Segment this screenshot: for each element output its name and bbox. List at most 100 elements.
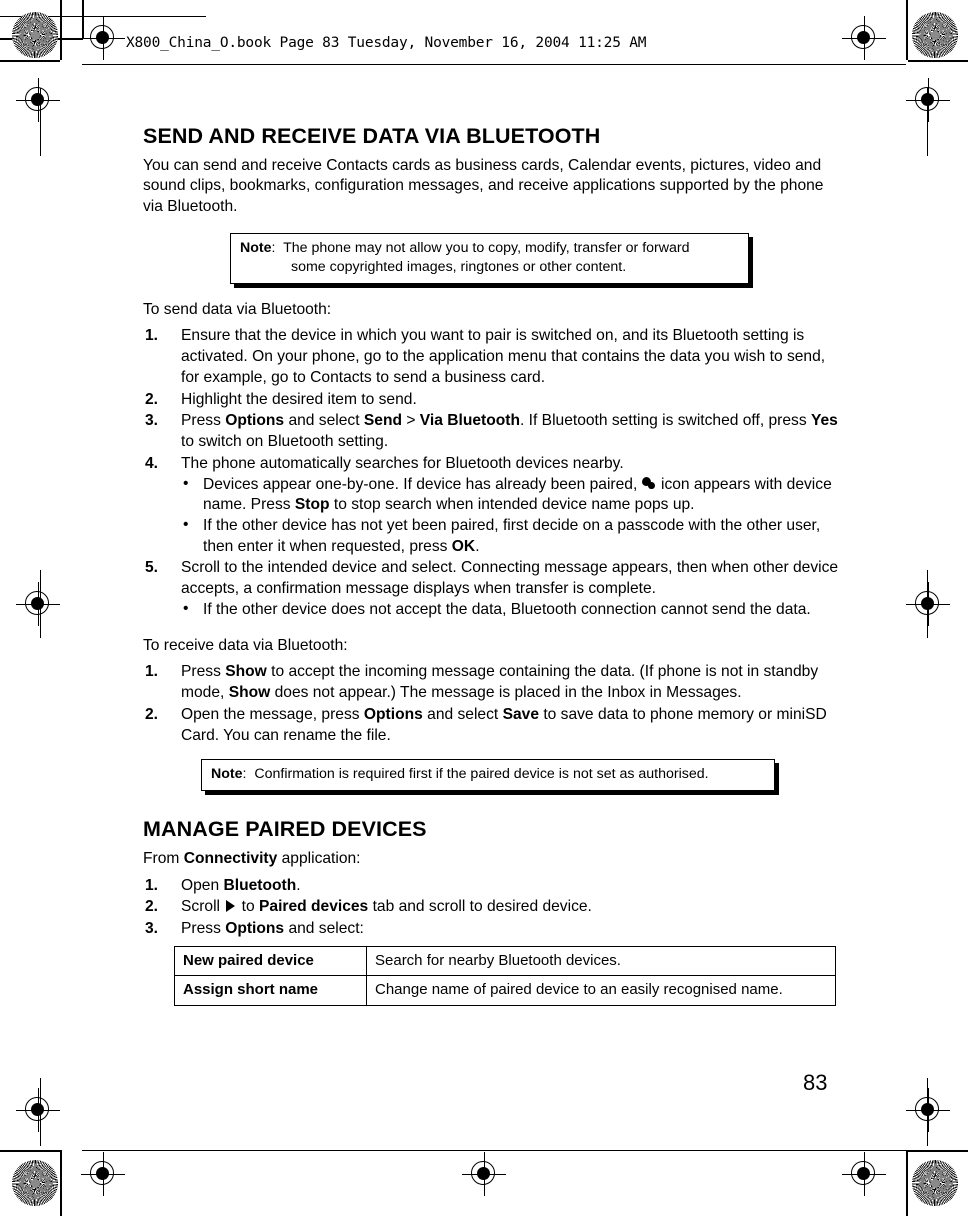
emphasis-text: Via Bluetooth: [419, 412, 520, 430]
emphasis-text: Options: [225, 920, 285, 938]
registration-mark-upper-right: [906, 78, 950, 122]
receive-step-2: 2. Open the message, press Options and s…: [143, 705, 843, 746]
option-name-cell: Assign short name: [174, 975, 367, 1006]
step-text: Press Options and select:: [181, 920, 364, 938]
print-header-info: X800_China_O.book Page 83 Tuesday, Novem…: [126, 35, 647, 51]
crop-line-top-left-h: [0, 60, 60, 62]
send-step-4: 4. The phone automatically searches for …: [143, 454, 843, 558]
note-separator: :: [242, 766, 247, 783]
table-row: Assign short name Change name of paired …: [174, 975, 836, 1006]
send-step-3: 3. Press Options and select Send > Via B…: [143, 411, 843, 452]
registration-mark-upper-left: [16, 78, 60, 122]
step-text: Open Bluetooth.: [181, 876, 301, 894]
option-description-cell: Change name of paired device to an easil…: [366, 975, 836, 1006]
options-table: New paired device Search for nearby Blue…: [174, 945, 836, 1006]
registration-mark-bottom-left: [81, 1152, 125, 1196]
note-label: Note: [211, 766, 243, 783]
step-number: 2.: [145, 390, 159, 408]
step-number: 5.: [145, 559, 159, 577]
step-number: 2.: [145, 705, 159, 723]
arrow-right-icon: [226, 900, 236, 913]
registration-mark-top-left: [81, 16, 125, 60]
note-box-copyright: Note: The phone may not allow you to cop…: [230, 232, 749, 284]
emphasis-text: Connectivity: [183, 849, 278, 867]
step-number: 2.: [145, 898, 159, 916]
sub-bullet-item: • Devices appear one-by-one. If device h…: [181, 475, 843, 516]
registration-mark-bottom-center: [462, 1152, 506, 1196]
option-description-cell: Search for nearby Bluetooth devices.: [366, 945, 836, 977]
emphasis-text: Save: [502, 705, 539, 723]
table-row: New paired device Search for nearby Blue…: [174, 945, 836, 977]
sub-bullet-item: • If the other device does not accept th…: [181, 600, 843, 621]
step-text: Scroll to Paired devices tab and scroll …: [181, 898, 592, 916]
send-step-5: 5. Scroll to the intended device and sel…: [143, 558, 843, 620]
manage-step-2: 2. Scroll to Paired devices tab and scro…: [143, 897, 843, 918]
step-text: Highlight the desired item to send.: [181, 390, 417, 408]
emphasis-text: Yes: [810, 412, 838, 430]
sub-bullet-text: Devices appear one-by-one. If device has…: [203, 475, 832, 514]
emphasis-text: Show: [228, 684, 271, 702]
page-content: SEND AND RECEIVE DATA VIA BLUETOOTH You …: [143, 124, 843, 1006]
send-step-4-sublist: • Devices appear one-by-one. If device h…: [181, 475, 843, 558]
sub-bullet-text: If the other device has not yet been pai…: [203, 517, 821, 555]
note-line-1: Note: Confirmation is required first if …: [211, 765, 765, 784]
starburst-target-bottom-right: [912, 1160, 958, 1206]
crop-line-bottom-right-h: [908, 1150, 968, 1152]
emphasis-text: Bluetooth: [223, 876, 297, 894]
step-text: Scroll to the intended device and select…: [181, 559, 839, 598]
registration-mark-middle-left: [16, 582, 60, 626]
send-step-2: 2. Highlight the desired item to send.: [143, 390, 843, 411]
registration-mark-lower-right: [906, 1088, 950, 1132]
step-number: 1.: [145, 876, 159, 894]
step-number: 3.: [145, 920, 159, 938]
step-text: Press Options and select Send > Via Blue…: [181, 412, 838, 451]
step-number: 1.: [145, 663, 159, 681]
note-box-confirmation: Note: Confirmation is required first if …: [201, 759, 775, 792]
page-number: 83: [803, 1070, 828, 1095]
manage-steps-list: 1. Open Bluetooth. 2. Scroll to Paired d…: [143, 876, 843, 940]
note-label: Note: [240, 239, 272, 256]
emphasis-text: Stop: [294, 496, 330, 514]
note-text-line-1: Confirmation is required first if the pa…: [254, 766, 709, 783]
step-number: 4.: [145, 454, 159, 472]
emphasis-text: Options: [363, 705, 423, 723]
step-text: Open the message, press Options and sele…: [181, 705, 827, 744]
starburst-target-bottom-left: [12, 1160, 58, 1206]
manual-page: X800_China_O.book Page 83 Tuesday, Novem…: [0, 0, 968, 1216]
note-text-line-2: some copyrighted images, ringtones or ot…: [291, 258, 627, 275]
emphasis-text: OK: [451, 537, 476, 555]
emphasis-text: Show: [225, 663, 267, 681]
crop-line-bottom-right-v: [906, 1150, 908, 1216]
emphasis-text: Options: [225, 412, 285, 430]
crop-line-top-right-v: [906, 0, 908, 60]
starburst-target-top-right: [912, 12, 958, 58]
note-line-1: Note: The phone may not allow you to cop…: [240, 239, 739, 258]
send-step-5-sublist: • If the other device does not accept th…: [181, 600, 843, 621]
manage-section-title: MANAGE PAIRED DEVICES: [143, 817, 427, 842]
manage-lead-in: From Connectivity application:: [143, 849, 361, 867]
crop-line-bottom-left-h: [0, 1150, 60, 1152]
page-top-rule: [82, 64, 906, 66]
step-text: The phone automatically searches for Blu…: [181, 454, 624, 472]
registration-mark-middle-right: [906, 582, 950, 626]
section-intro-paragraph: You can send and receive Contacts cards …: [143, 156, 824, 216]
step-number: 3.: [145, 412, 159, 430]
sub-bullet-text: If the other device does not accept the …: [203, 600, 811, 618]
send-step-1: 1. Ensure that the device in which you w…: [143, 326, 843, 388]
registration-mark-top-right: [842, 16, 886, 60]
crop-line-top-right-h: [908, 60, 968, 62]
starburst-target-top-left: [12, 12, 58, 58]
emphasis-text: Paired devices: [259, 898, 369, 916]
emphasis-text: Send: [363, 412, 402, 430]
registration-mark-lower-left: [16, 1088, 60, 1132]
crop-line-bottom-left-v: [60, 1150, 62, 1216]
note-separator: :: [271, 239, 276, 256]
receive-steps-list: 1. Press Show to accept the incoming mes…: [143, 662, 843, 746]
bullet-glyph: •: [183, 474, 189, 492]
page-title: SEND AND RECEIVE DATA VIA BLUETOOTH: [143, 124, 601, 148]
sub-bullet-item: • If the other device has not yet been p…: [181, 516, 843, 557]
note-text-line-1: The phone may not allow you to copy, mod…: [283, 239, 690, 256]
step-number: 1.: [145, 327, 159, 345]
bullet-glyph: •: [183, 516, 189, 534]
paired-devices-icon: [641, 476, 657, 490]
